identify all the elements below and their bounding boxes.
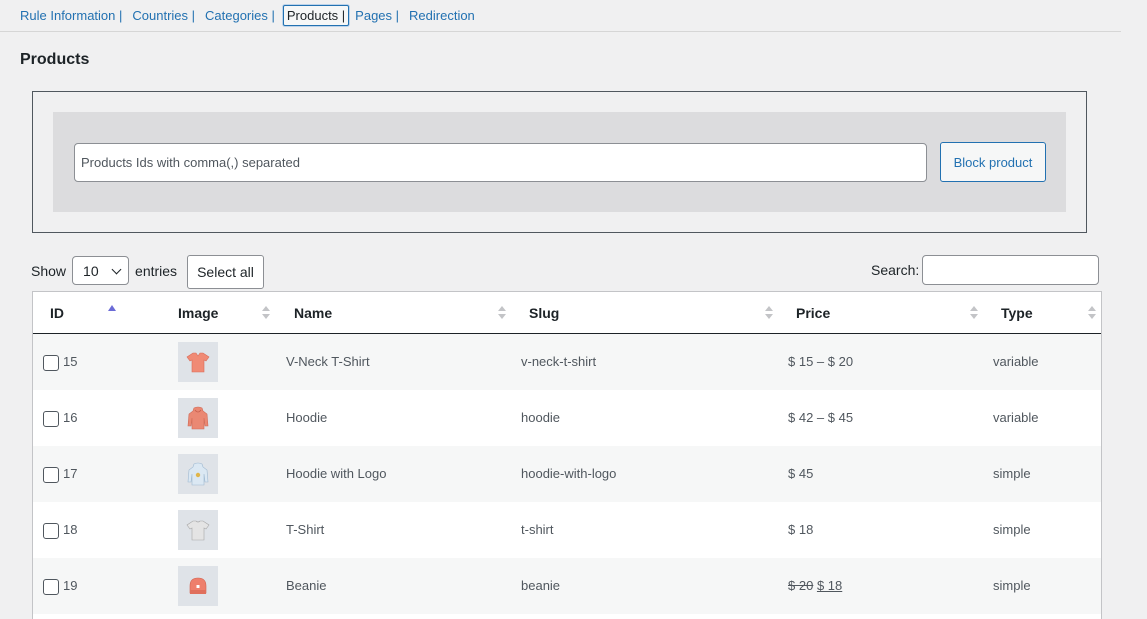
entries-length-control: Show 10 entries	[31, 256, 177, 285]
hoodie-with-logo-icon	[187, 462, 209, 486]
product-name: V-Neck T-Shirt	[286, 354, 370, 369]
product-type: variable	[993, 354, 1039, 369]
table-row: 18 T-Shirt t-shirt $ 18 simple	[33, 502, 1101, 558]
product-slug: beanie	[521, 578, 561, 593]
block-product-form: Block product	[53, 112, 1066, 212]
product-slug: hoodie	[521, 410, 561, 425]
product-price: $ 45	[788, 466, 814, 481]
page-title: Products	[20, 51, 90, 68]
row-checkbox[interactable]	[43, 523, 59, 539]
product-price: $ 18	[788, 522, 814, 537]
column-header-slug[interactable]: Slug	[529, 305, 559, 321]
tab-products[interactable]: Products |	[282, 5, 350, 26]
sort-icon[interactable]	[1088, 306, 1096, 320]
tab-countries[interactable]: Countries |	[132, 8, 195, 23]
product-slug: t-shirt	[521, 522, 554, 537]
entries-select-value: 10	[83, 262, 99, 279]
beanie-icon	[189, 577, 207, 594]
hoodie-icon	[187, 406, 209, 430]
table-search-input[interactable]	[922, 255, 1099, 285]
tab-rule-information[interactable]: Rule Information |	[20, 8, 122, 23]
row-checkbox[interactable]	[43, 467, 59, 483]
product-slug: v-neck-t-shirt	[521, 354, 597, 369]
sort-icon[interactable]	[262, 306, 270, 320]
entries-label: entries	[135, 262, 178, 279]
sort-ascending-icon	[108, 305, 116, 311]
product-image	[178, 510, 218, 550]
row-checkbox[interactable]	[43, 579, 59, 595]
sort-icon[interactable]	[970, 306, 978, 320]
column-header-id[interactable]: ID	[50, 305, 64, 321]
product-slug: hoodie-with-logo	[521, 466, 617, 481]
column-header-price[interactable]: Price	[796, 305, 830, 321]
v-neck-tshirt-icon	[186, 352, 210, 373]
product-price: $ 42 – $ 45	[788, 410, 854, 425]
product-type: simple	[993, 578, 1031, 593]
table-row: 16 Hoodie hoodie $ 42 – $ 45 variable	[33, 390, 1101, 446]
table-header: ID Image Name Slug Price Type	[33, 292, 1101, 334]
product-id: 16	[63, 410, 78, 425]
product-name: T-Shirt	[286, 522, 325, 537]
block-product-button[interactable]: Block product	[940, 142, 1046, 182]
table-row: 17 Hoodie with Logo hoodie-with-logo $ 4…	[33, 446, 1101, 502]
product-id: 18	[63, 522, 78, 537]
table-row: 15 V-Neck T-Shirt v-neck-t-shirt $ 15 – …	[33, 334, 1101, 390]
chevron-down-icon	[111, 264, 122, 275]
show-label: Show	[31, 262, 67, 279]
search-label: Search:	[871, 262, 920, 278]
column-header-type[interactable]: Type	[1001, 305, 1033, 321]
product-image	[178, 398, 218, 438]
product-name: Beanie	[286, 578, 327, 593]
sort-icon[interactable]	[765, 306, 773, 320]
tab-redirection[interactable]: Redirection	[409, 8, 475, 23]
column-header-image[interactable]: Image	[178, 305, 218, 321]
table-row: 19 Beanie beanie $ 20 $ 18 simple	[33, 558, 1101, 614]
product-id: 17	[63, 466, 78, 481]
select-all-button[interactable]: Select all	[187, 255, 264, 289]
entries-select[interactable]: 10	[72, 256, 130, 285]
product-name: Hoodie	[286, 410, 328, 425]
product-ids-input[interactable]	[74, 143, 927, 182]
product-type: simple	[993, 466, 1031, 481]
tshirt-icon	[186, 520, 210, 541]
product-image	[178, 454, 218, 494]
product-id: 19	[63, 578, 78, 593]
rule-tabs: Rule Information | Countries | Categorie…	[0, 0, 1121, 32]
product-image	[178, 342, 218, 382]
block-product-panel: Block product	[32, 91, 1087, 233]
product-type: simple	[993, 522, 1031, 537]
sale-price: $ 18	[816, 578, 843, 593]
products-table: ID Image Name Slug Price Type 15 V-Neck …	[32, 291, 1102, 619]
product-type: variable	[993, 410, 1039, 425]
regular-price: $ 20	[788, 578, 814, 593]
row-checkbox[interactable]	[43, 411, 59, 427]
column-header-name[interactable]: Name	[294, 305, 332, 321]
product-price: $ 20 $ 18	[788, 578, 842, 593]
product-price: $ 15 – $ 20	[788, 354, 854, 369]
row-checkbox[interactable]	[43, 355, 59, 371]
tab-categories[interactable]: Categories |	[205, 8, 275, 23]
sort-icon[interactable]	[498, 306, 506, 320]
product-id: 15	[63, 354, 78, 369]
tab-pages[interactable]: Pages |	[355, 8, 399, 23]
product-name: Hoodie with Logo	[286, 466, 387, 481]
product-image	[178, 566, 218, 606]
